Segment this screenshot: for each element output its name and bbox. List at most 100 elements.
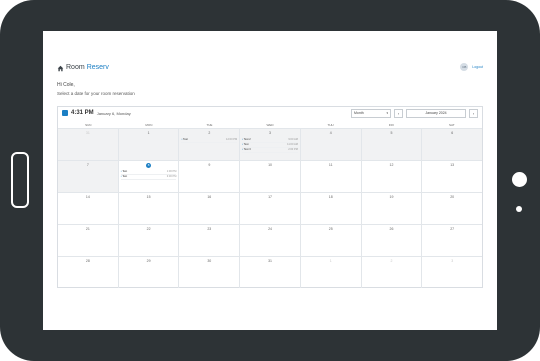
day-number-text: 1 bbox=[329, 259, 332, 263]
calendar-grid: SUN MON TUE WED THU FRI SAT 31 1 2 • Test 12:00 PM… bbox=[58, 123, 483, 288]
day-cell[interactable]: 24 bbox=[240, 225, 301, 256]
day-cell[interactable]: 9 bbox=[179, 161, 241, 192]
weekday-label: THU bbox=[327, 123, 334, 127]
day-cell[interactable]: 27 bbox=[422, 225, 482, 256]
home-icon bbox=[57, 65, 64, 71]
event-title-wrap: • Test bbox=[242, 143, 248, 147]
day-cell[interactable]: 10 bbox=[240, 161, 301, 192]
day-number-text: 14 bbox=[85, 195, 90, 199]
day-number: 8 bbox=[119, 163, 179, 168]
day-cell[interactable]: 18 bbox=[301, 193, 362, 224]
day-number: 10 bbox=[240, 163, 300, 167]
day-cell[interactable]: 26 bbox=[362, 225, 423, 256]
event-title-wrap: • Test bbox=[121, 175, 127, 179]
day-number-text: 6 bbox=[451, 131, 454, 135]
day-number-text: 18 bbox=[328, 195, 333, 199]
day-cell[interactable]: 8 • Test 1:00 PM • Test 3:00 PM bbox=[119, 161, 180, 192]
day-number-text: 23 bbox=[207, 227, 212, 231]
day-cell[interactable]: 11 bbox=[301, 161, 362, 192]
day-cell[interactable]: 20 bbox=[422, 193, 482, 224]
day-cell[interactable]: 19 bbox=[362, 193, 423, 224]
day-cell[interactable]: 31 bbox=[240, 257, 301, 288]
event-title: Test 2 bbox=[243, 138, 251, 141]
day-cell[interactable]: 1 bbox=[118, 129, 180, 160]
day-number-text: 13 bbox=[450, 163, 455, 167]
day-cell[interactable]: 21 bbox=[58, 225, 119, 256]
day-cell[interactable]: 6 bbox=[422, 129, 483, 160]
prev-month-button[interactable]: ‹ bbox=[394, 109, 403, 118]
day-cell[interactable]: 1 bbox=[301, 257, 362, 288]
day-cell[interactable]: 16 bbox=[179, 193, 241, 224]
logout-link[interactable]: Logout bbox=[472, 65, 483, 69]
day-cell[interactable]: 5 bbox=[361, 129, 423, 160]
day-cell[interactable]: 31 bbox=[58, 129, 119, 160]
event-list: • Test 12:00 PM bbox=[181, 138, 238, 143]
avatar[interactable]: CB bbox=[460, 63, 469, 71]
event-item[interactable]: • Test 3:00 PM bbox=[120, 175, 177, 180]
day-cell[interactable]: 2 bbox=[362, 257, 423, 288]
app-screen: Room Reserv CB Logout Hi Cole, Select a d… bbox=[43, 31, 497, 330]
event-item[interactable]: • Test 12:00 PM bbox=[181, 138, 238, 143]
day-number-text: 21 bbox=[85, 227, 90, 231]
day-number: 2 bbox=[179, 131, 239, 135]
day-number-text: 11 bbox=[328, 163, 333, 167]
day-cell[interactable]: 22 bbox=[119, 225, 180, 256]
weekday-label: MON bbox=[145, 123, 153, 127]
brand-logo[interactable]: Room Reserv bbox=[57, 63, 109, 73]
day-cell[interactable]: 28 bbox=[58, 257, 119, 288]
next-month-button[interactable]: › bbox=[469, 109, 478, 118]
day-cell[interactable]: 17 bbox=[240, 193, 301, 224]
day-number: 28 bbox=[58, 259, 118, 263]
event-time: 12:00 PM bbox=[226, 138, 238, 141]
event-title: Test bbox=[122, 170, 128, 173]
view-select-value: Month bbox=[354, 111, 364, 115]
week-row: 28 29 30 31 1 2 3 bbox=[58, 257, 482, 288]
day-number-text: 9 bbox=[208, 163, 211, 167]
day-number-text: 30 bbox=[207, 259, 212, 263]
home-button[interactable] bbox=[11, 152, 29, 208]
day-number: 1 bbox=[119, 131, 179, 135]
day-number: 14 bbox=[58, 195, 118, 199]
day-cell[interactable]: 23 bbox=[179, 225, 241, 256]
day-cell[interactable]: 25 bbox=[301, 225, 362, 256]
day-number-text: 17 bbox=[268, 195, 272, 199]
event-title: Test bbox=[243, 143, 249, 146]
calendar-icon bbox=[62, 110, 68, 116]
view-select[interactable]: Month ▾ bbox=[351, 109, 391, 118]
day-number: 13 bbox=[422, 163, 482, 167]
day-cell[interactable]: 30 bbox=[179, 257, 241, 288]
month-label[interactable]: January 2024 bbox=[406, 109, 466, 118]
day-cell[interactable]: 15 bbox=[119, 193, 180, 224]
day-number: 31 bbox=[58, 131, 118, 135]
day-cell[interactable]: 3 bbox=[422, 257, 482, 288]
weekday-label: WED bbox=[266, 123, 274, 127]
day-number: 16 bbox=[179, 195, 239, 199]
day-number: 31 bbox=[240, 259, 300, 263]
day-number: 3 bbox=[422, 259, 482, 263]
day-cell[interactable]: 7 bbox=[58, 161, 119, 192]
event-title-wrap: • Test bbox=[181, 138, 187, 142]
day-number-text: 31 bbox=[85, 131, 90, 135]
day-cell[interactable]: 12 bbox=[362, 161, 423, 192]
day-cell[interactable]: 2 • Test 12:00 PM bbox=[179, 129, 241, 160]
event-time: 3:00 PM bbox=[166, 175, 177, 178]
sensor-dot bbox=[516, 206, 522, 212]
day-cell[interactable]: 29 bbox=[119, 257, 180, 288]
day-number: 26 bbox=[362, 227, 422, 231]
day-number-text: 5 bbox=[390, 131, 393, 135]
day-number-text: 26 bbox=[389, 227, 394, 231]
brand-prefix: Room bbox=[66, 64, 85, 71]
camera-icon bbox=[512, 172, 527, 187]
day-cell[interactable]: 13 bbox=[422, 161, 482, 192]
subtitle-text: Select a date for your room reservation bbox=[57, 91, 135, 96]
day-number: 30 bbox=[179, 259, 239, 263]
day-cell[interactable]: 14 bbox=[58, 193, 119, 224]
day-number: 4 bbox=[301, 131, 361, 135]
date-display: January 6, Monday bbox=[96, 110, 131, 116]
day-number: 2 bbox=[362, 259, 422, 263]
day-cell[interactable]: 4 bbox=[300, 129, 362, 160]
day-cell[interactable]: 3 • Test 2 9:00 AM • Test 11:00 AM • Test 3 2:… bbox=[240, 129, 301, 160]
brand-highlight: Reserv bbox=[86, 64, 109, 71]
event-item[interactable]: • Test 3 2:00 PM bbox=[242, 148, 298, 153]
event-time: 1:00 PM bbox=[166, 170, 177, 173]
